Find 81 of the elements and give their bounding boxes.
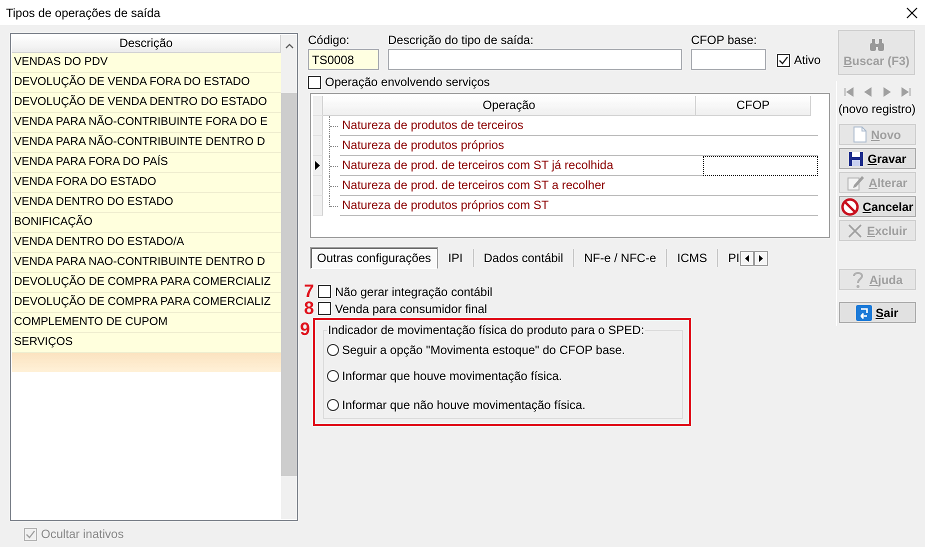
table-cell[interactable]: Natureza de produtos de terceiros <box>340 116 703 136</box>
radio-button[interactable] <box>327 344 339 356</box>
tab[interactable]: ICMS <box>667 249 718 267</box>
exit-button[interactable]: Sair <box>838 302 916 323</box>
prohibited-icon <box>840 198 859 216</box>
checkbox-label: Não gerar integração contábil <box>335 284 492 298</box>
cfop-field[interactable] <box>691 49 766 70</box>
first-record-icon[interactable] <box>844 87 854 97</box>
description-field[interactable] <box>388 49 682 70</box>
column-header: Descrição <box>12 35 281 53</box>
table-cell[interactable]: Natureza de produtos próprios com ST <box>340 196 703 216</box>
pencil-icon <box>846 174 865 191</box>
scroll-right-button[interactable] <box>754 250 768 266</box>
next-record-icon[interactable] <box>882 87 892 97</box>
list-item[interactable]: VENDA PARA NÃO-CONTRIBUINTE FORA DO E <box>12 113 281 133</box>
table-cell[interactable]: Natureza de produtos próprios <box>340 136 703 156</box>
exit-icon <box>856 304 872 320</box>
binoculars-icon <box>868 38 884 52</box>
tab[interactable]: PI <box>718 249 740 267</box>
field-label: Código: <box>308 33 350 47</box>
list-item[interactable]: VENDA FORA DO ESTADO <box>12 173 281 193</box>
list-item[interactable]: DEVOLUÇÃO DE VENDA FORA DO ESTADO <box>12 73 281 93</box>
field-label: Descrição do tipo de saída: <box>388 33 534 47</box>
row-header <box>313 96 323 116</box>
radio-button[interactable] <box>327 370 339 382</box>
radio-label: Informar que não houve movimentação física. <box>342 398 586 412</box>
cancel-button[interactable]: Cancelar <box>838 196 916 217</box>
checkbox-label: Venda para consumidor final <box>335 302 488 316</box>
row-header[interactable] <box>313 156 323 176</box>
document-icon <box>852 126 867 143</box>
close-icon[interactable] <box>906 6 918 18</box>
checkbox[interactable] <box>318 302 331 315</box>
list-item[interactable]: DEVOLUÇÃO DE COMPRA PARA COMERCIALIZ <box>12 273 281 293</box>
scrollbar-thumb[interactable] <box>281 93 297 476</box>
annotation-number: 7 <box>302 283 314 300</box>
list-item[interactable]: VENDA PARA NÃO-CONTRIBUINTE DENTRO D <box>12 133 281 153</box>
tab[interactable]: NF-e / NFC-e <box>574 249 668 267</box>
scroll-left-button[interactable] <box>740 250 754 266</box>
column-header: Operação <box>323 96 696 116</box>
list-item[interactable]: DEVOLUÇÃO DE VENDA DENTRO DO ESTADO <box>12 93 281 113</box>
radio-label: Seguir a opção "Movimenta estoque" do CFOP base. <box>342 343 626 357</box>
table-cell[interactable]: Natureza de prod. de terceiros com ST a recolher <box>340 176 703 196</box>
tab[interactable]: IPI <box>438 249 474 267</box>
list-item[interactable]: BONIFICAÇÃO <box>12 213 281 233</box>
checkbox-label: Ocultar inativos <box>41 527 124 541</box>
code-field[interactable]: TS0008 <box>308 49 379 70</box>
arrow-icon <box>745 254 750 262</box>
tab[interactable]: Outras configurações <box>310 247 438 269</box>
annotation-number: 9 <box>300 321 310 338</box>
list-item[interactable]: COMPLEMENTO DE CUPOM <box>12 313 281 333</box>
last-record-icon[interactable] <box>900 87 910 97</box>
tab[interactable]: Dados contábil <box>474 249 574 267</box>
list-item[interactable]: VENDAS DO PDV <box>12 53 281 73</box>
list-item[interactable]: VENDA PARA FORA DO PAÍS <box>12 153 281 173</box>
scroll-up-icon[interactable] <box>284 43 294 49</box>
list-item[interactable]: VENDA PARA NAO-CONTRIBUINTE DENTRO D <box>12 253 281 273</box>
checkbox-label: Operação envolvendo serviços <box>325 75 490 89</box>
checkbox-label: Ativo <box>794 53 821 67</box>
group-title: Indicador de movimentação física do produto para o SPED: <box>327 323 646 337</box>
column-header: CFOP <box>696 96 811 116</box>
window-title: Tipos de operações de saída <box>6 6 160 20</box>
checkbox[interactable] <box>318 285 331 298</box>
radio-button[interactable] <box>327 398 339 410</box>
list-item[interactable]: VENDA DENTRO DO ESTADO <box>12 193 281 213</box>
list-item[interactable]: DEVOLUÇÃO DE COMPRA PARA COMERCIALIZ <box>12 293 281 313</box>
table-cell[interactable] <box>703 156 818 176</box>
radio-label: Informar que houve movimentação física. <box>342 368 562 382</box>
checkbox[interactable] <box>308 76 321 88</box>
table-cell[interactable]: Natureza de prod. de terceiros com ST já recolhida <box>340 156 703 176</box>
previous-record-icon[interactable] <box>862 87 872 97</box>
scrollbar[interactable] <box>281 35 297 519</box>
arrow-icon <box>759 254 764 262</box>
question-mark-icon <box>851 270 866 288</box>
list-item[interactable]: VENDA DENTRO DO ESTADO/A <box>12 233 281 253</box>
x-icon <box>846 222 863 238</box>
record-status: (novo registro) <box>838 102 916 116</box>
save-button[interactable]: Gravar <box>838 148 916 169</box>
list-item[interactable]: SERVIÇOS <box>12 333 281 353</box>
checkbox[interactable] <box>777 54 790 66</box>
field-label: CFOP base: <box>691 33 758 47</box>
annotation-number: 8 <box>302 300 314 317</box>
